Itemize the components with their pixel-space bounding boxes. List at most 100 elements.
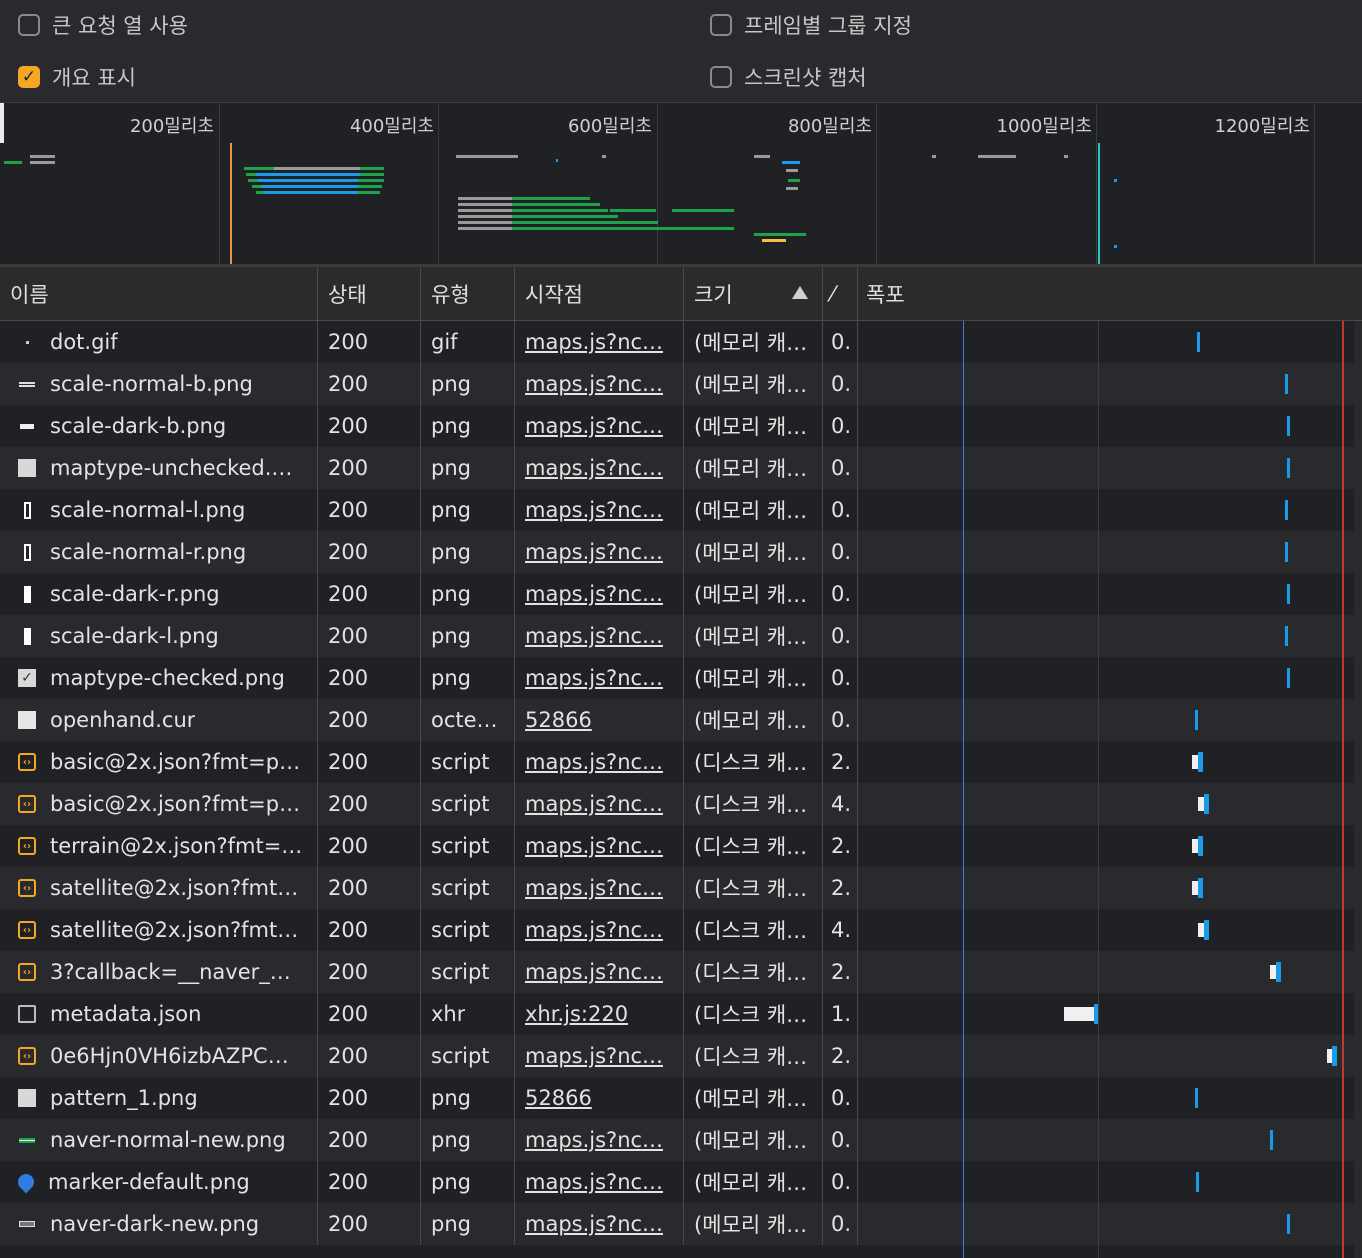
table-row[interactable]: scale-dark-b.png 200 png maps.js?nc… (메모리 캐……: [0, 405, 1362, 447]
table-row[interactable]: scale-normal-b.png 200 png maps.js?nc… (메모리 …: [0, 363, 1362, 405]
type-cell: script: [421, 909, 515, 951]
waterfall-download-bar: [1196, 1172, 1199, 1192]
initiator-cell[interactable]: maps.js?nc…: [515, 489, 684, 531]
initiator-cell[interactable]: maps.js?nc…: [515, 741, 684, 783]
initiator-cell[interactable]: maps.js?nc…: [515, 615, 684, 657]
table-row[interactable]: marker-default.png 200 png maps.js?nc… (메모리 …: [0, 1161, 1362, 1203]
initiator-cell-text[interactable]: maps.js?nc…: [525, 498, 663, 522]
initiator-cell-text[interactable]: maps.js?nc…: [525, 918, 663, 942]
request-name-cell: ‹› 0e6Hjn0VH6izbAZPC…: [0, 1035, 318, 1077]
table-row[interactable]: ‹› satellite@2x.json?fmt… 200 script maps.js…: [0, 867, 1362, 909]
screenshots-option[interactable]: 스크린샷 캡처: [710, 62, 867, 92]
table-row[interactable]: pattern_1.png 200 png 52866 (메모리 캐… 0.: [0, 1077, 1362, 1119]
initiator-cell[interactable]: maps.js?nc…: [515, 405, 684, 447]
table-row[interactable]: maptype-unchecked.… 200 png maps.js?nc… (메모리…: [0, 447, 1362, 489]
table-row[interactable]: ‹› basic@2x.json?fmt=p… 200 script maps.js?n…: [0, 741, 1362, 783]
waterfall-download-bar: [1285, 626, 1288, 646]
initiator-cell[interactable]: maps.js?nc…: [515, 1035, 684, 1077]
overview-tick-label: 200밀리초: [129, 116, 214, 137]
initiator-cell[interactable]: maps.js?nc…: [515, 909, 684, 951]
show-overview-checkbox[interactable]: ✓: [18, 66, 40, 88]
initiator-cell-text[interactable]: 52866: [525, 708, 592, 732]
initiator-cell-text[interactable]: maps.js?nc…: [525, 666, 663, 690]
large-rows-option[interactable]: 큰 요청 열 사용: [18, 10, 188, 40]
table-row[interactable]: dot.gif 200 gif maps.js?nc… (메모리 캐… 0.: [0, 321, 1362, 363]
group-by-frame-checkbox[interactable]: [710, 14, 732, 36]
request-name-cell: ‹› basic@2x.json?fmt=p…: [0, 741, 318, 783]
type-cell-text: script: [431, 792, 490, 816]
initiator-cell[interactable]: maps.js?nc…: [515, 531, 684, 573]
initiator-cell-text[interactable]: maps.js?nc…: [525, 960, 663, 984]
column-header-name[interactable]: 이름: [0, 267, 318, 320]
table-row[interactable]: scale-dark-r.png 200 png maps.js?nc… (메모리 캐……: [0, 573, 1362, 615]
column-header-status[interactable]: 상태: [318, 267, 421, 320]
network-overview[interactable]: 200밀리초 400밀리초 600밀리초 800밀리초 1000밀리초 1200…: [0, 103, 1362, 267]
size-cell: (메모리 캐…: [684, 573, 823, 615]
initiator-cell[interactable]: maps.js?nc…: [515, 783, 684, 825]
overview-bar: [256, 173, 360, 176]
screenshots-checkbox[interactable]: [710, 66, 732, 88]
initiator-cell-text[interactable]: xhr.js:220: [525, 1002, 628, 1026]
table-row[interactable]: ‹› 0e6Hjn0VH6izbAZPC… 200 script maps.js?nc……: [0, 1035, 1362, 1077]
initiator-cell[interactable]: 52866: [515, 1077, 684, 1119]
initiator-cell-text[interactable]: maps.js?nc…: [525, 540, 663, 564]
initiator-cell[interactable]: maps.js?nc…: [515, 1119, 684, 1161]
initiator-cell[interactable]: maps.js?nc…: [515, 1203, 684, 1245]
table-row[interactable]: ‹› terrain@2x.json?fmt=… 200 script maps.js?…: [0, 825, 1362, 867]
overview-bar: [30, 161, 55, 164]
initiator-cell[interactable]: maps.js?nc…: [515, 1161, 684, 1203]
initiator-cell-text[interactable]: maps.js?nc…: [525, 624, 663, 648]
type-cell-text: png: [431, 498, 471, 522]
initiator-cell[interactable]: maps.js?nc…: [515, 825, 684, 867]
initiator-cell[interactable]: 52866: [515, 699, 684, 741]
initiator-cell-text[interactable]: maps.js?nc…: [525, 372, 663, 396]
initiator-cell-text[interactable]: maps.js?nc…: [525, 1128, 663, 1152]
initiator-cell-text[interactable]: maps.js?nc…: [525, 582, 663, 606]
overview-selection-handle[interactable]: [0, 103, 4, 143]
table-row[interactable]: scale-normal-l.png 200 png maps.js?nc… (메모리 …: [0, 489, 1362, 531]
initiator-cell-text[interactable]: maps.js?nc…: [525, 876, 663, 900]
table-row[interactable]: openhand.cur 200 octe… 52866 (메모리 캐… 0.: [0, 699, 1362, 741]
table-row[interactable]: naver-normal-new.png 200 png maps.js?nc… (메모…: [0, 1119, 1362, 1161]
column-header-initiator[interactable]: 시작점: [515, 267, 684, 320]
table-row[interactable]: scale-dark-l.png 200 png maps.js?nc… (메모리 캐……: [0, 615, 1362, 657]
table-row[interactable]: ‹› basic@2x.json?fmt=p… 200 script maps.js?n…: [0, 783, 1362, 825]
initiator-cell-text[interactable]: maps.js?nc…: [525, 1170, 663, 1194]
show-overview-option[interactable]: ✓ 개요 표시: [18, 62, 136, 92]
initiator-cell-text[interactable]: 52866: [525, 1086, 592, 1110]
table-row[interactable]: scale-normal-r.png 200 png maps.js?nc… (메모리 …: [0, 531, 1362, 573]
initiator-cell[interactable]: xhr.js:220: [515, 993, 684, 1035]
column-header-type[interactable]: 유형: [421, 267, 515, 320]
initiator-cell[interactable]: maps.js?nc…: [515, 363, 684, 405]
initiator-cell-text[interactable]: maps.js?nc…: [525, 750, 663, 774]
group-by-frame-option[interactable]: 프레임별 그룹 지정: [710, 10, 912, 40]
waterfall-cell: [858, 993, 1362, 1035]
initiator-cell[interactable]: maps.js?nc…: [515, 951, 684, 993]
table-row[interactable]: ‹› 3?callback=__naver_… 200 script maps.js?n…: [0, 951, 1362, 993]
table-scrollbar[interactable]: [1354, 321, 1362, 1258]
initiator-cell[interactable]: maps.js?nc…: [515, 657, 684, 699]
initiator-cell[interactable]: maps.js?nc…: [515, 573, 684, 615]
request-table-body[interactable]: dot.gif 200 gif maps.js?nc… (메모리 캐… 0. scale-n…: [0, 321, 1362, 1258]
initiator-cell-text[interactable]: maps.js?nc…: [525, 1212, 663, 1236]
overview-bar: [1064, 155, 1068, 158]
initiator-cell[interactable]: maps.js?nc…: [515, 867, 684, 909]
large-rows-checkbox[interactable]: [18, 14, 40, 36]
initiator-cell[interactable]: maps.js?nc…: [515, 321, 684, 363]
initiator-cell-text[interactable]: maps.js?nc…: [525, 1044, 663, 1068]
table-row[interactable]: naver-dark-new.png 200 png maps.js?nc… (메모리 …: [0, 1203, 1362, 1245]
overview-tick-label: 1200밀리초: [1214, 116, 1311, 137]
initiator-cell-text[interactable]: maps.js?nc…: [525, 414, 663, 438]
initiator-cell-text[interactable]: maps.js?nc…: [525, 834, 663, 858]
column-header-size[interactable]: 크기: [684, 267, 823, 320]
table-row[interactable]: metadata.json 200 xhr xhr.js:220 (디스크 캐… 1.: [0, 993, 1362, 1035]
column-header-time[interactable]: ⁄: [823, 267, 858, 320]
table-row[interactable]: ✓ maptype-checked.png 200 png maps.js?nc… (메모…: [0, 657, 1362, 699]
size-cell: (메모리 캐…: [684, 321, 823, 363]
initiator-cell-text[interactable]: maps.js?nc…: [525, 456, 663, 480]
table-row[interactable]: ‹› satellite@2x.json?fmt… 200 script maps.js…: [0, 909, 1362, 951]
initiator-cell-text[interactable]: maps.js?nc…: [525, 330, 663, 354]
initiator-cell-text[interactable]: maps.js?nc…: [525, 792, 663, 816]
initiator-cell[interactable]: maps.js?nc…: [515, 447, 684, 489]
column-header-waterfall[interactable]: 폭포: [858, 267, 1362, 320]
